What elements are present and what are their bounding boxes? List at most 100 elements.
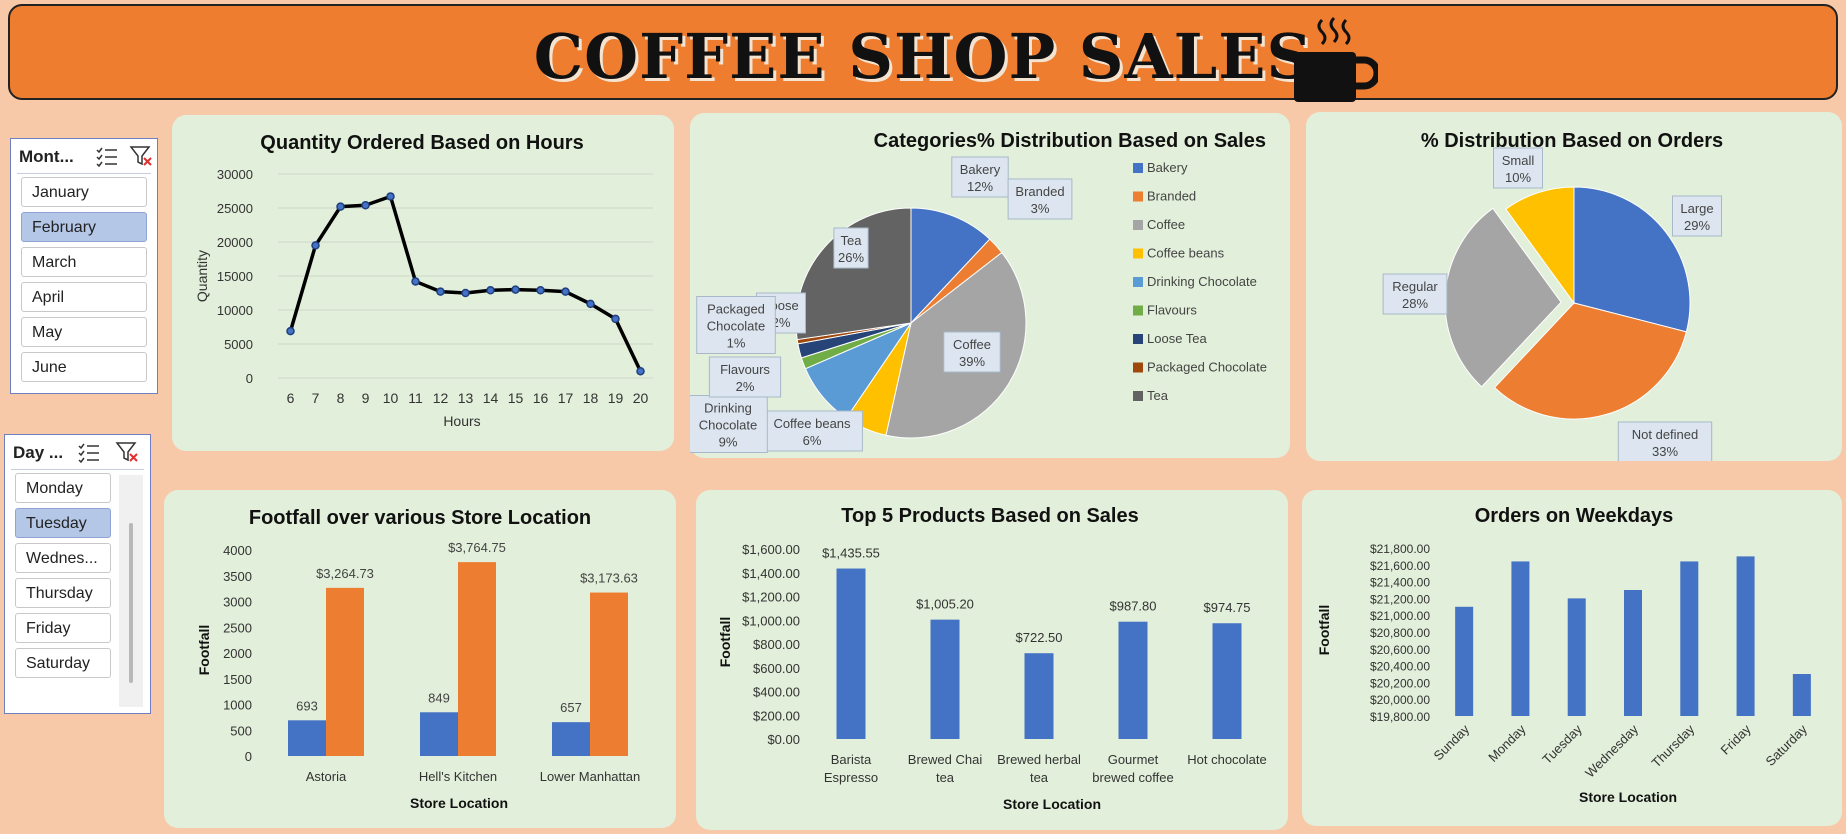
x-tick-label: Barista <box>831 752 872 767</box>
x-tick-label: Hell's Kitchen <box>419 769 497 784</box>
weekday-orders-card: Orders on Weekdays $19,800.00 $20,000.00 $2… <box>1302 490 1842 826</box>
slice-label: 6% <box>803 433 822 448</box>
y-tick-label: $1,000.00 <box>742 613 800 628</box>
data-point <box>636 366 645 376</box>
slicer-item[interactable]: Saturday <box>15 648 111 678</box>
slice-label: Large <box>1680 201 1713 216</box>
day-slicer-title: Day ... <box>13 443 64 462</box>
data-label: $974.75 <box>1204 600 1251 615</box>
slice-label: Chocolate <box>699 418 758 433</box>
multi-select-icon[interactable] <box>95 145 119 167</box>
legend-label: Coffee beans <box>1147 246 1225 261</box>
y-tick-label: $0.00 <box>767 732 800 747</box>
y-tick-label: $400.00 <box>753 685 800 700</box>
bar <box>1567 598 1586 716</box>
slicer-scroll-thumb[interactable] <box>129 523 133 683</box>
bar <box>420 712 458 756</box>
y-tick-label: $20,200.00 <box>1370 676 1430 690</box>
x-tick-label: 8 <box>337 390 345 406</box>
chart-title: Footfall over various Store Location <box>249 507 591 529</box>
legend-swatch <box>1133 248 1143 259</box>
chart-title: % Distribution Based on Orders <box>1421 130 1723 152</box>
slice-label: Branded <box>1015 184 1064 199</box>
slicer-item[interactable]: Tuesday <box>15 508 111 538</box>
data-point <box>436 287 445 296</box>
x-tick-label: Brewed Chai <box>908 752 983 767</box>
slicer-item[interactable]: Thursday <box>15 578 111 608</box>
title-banner: COFFEE SHOP SALES <box>8 4 1838 102</box>
series-line <box>288 194 643 372</box>
slicer-item[interactable]: January <box>21 177 147 207</box>
legend-label: Bakery <box>1147 160 1188 175</box>
y-tick-label: $21,600.00 <box>1370 559 1430 573</box>
legend-label: Drinking Chocolate <box>1147 274 1257 289</box>
y-tick-label: 2500 <box>223 620 252 635</box>
y-tick-label: 3500 <box>223 569 252 584</box>
chart-title: Orders on Weekdays <box>1475 505 1674 527</box>
slicer-item[interactable]: June <box>21 352 147 382</box>
slicer-item[interactable]: Friday <box>15 613 111 643</box>
x-tick-label: 7 <box>312 390 320 406</box>
legend-swatch <box>1133 334 1143 344</box>
y-tick-label: 2000 <box>223 646 252 661</box>
bar <box>1680 561 1699 716</box>
clear-filter-icon[interactable] <box>115 441 139 463</box>
x-tick-label: tea <box>1030 770 1049 785</box>
data-point <box>286 326 295 336</box>
legend-label: Coffee <box>1147 217 1185 232</box>
y-tick-label: 30000 <box>217 167 253 182</box>
slice-label: 9% <box>719 435 738 450</box>
data-label: 849 <box>428 690 450 705</box>
y-tick-label: $21,800.00 <box>1370 542 1430 556</box>
bar <box>1624 590 1642 716</box>
slicer-item[interactable]: Monday <box>15 473 111 503</box>
x-tick-label: 17 <box>558 390 574 406</box>
data-label: $3,264.73 <box>316 566 374 581</box>
y-tick-label: 25000 <box>217 201 253 216</box>
x-tick-label: 12 <box>433 390 449 406</box>
x-tick-label: Wednesday <box>1582 721 1641 780</box>
slicer-item[interactable]: March <box>21 247 147 277</box>
bar <box>1455 606 1474 716</box>
x-tick-label: 6 <box>287 390 295 406</box>
slicer-item[interactable]: February <box>21 212 147 242</box>
data-point <box>361 201 370 210</box>
x-tick-label: Gourmet <box>1108 752 1159 767</box>
data-point <box>611 314 620 324</box>
data-point <box>461 288 470 298</box>
clear-filter-icon[interactable] <box>129 145 153 167</box>
slice-label: 10% <box>1505 170 1531 185</box>
bar <box>1212 623 1242 739</box>
y-tick-label: $20,800.00 <box>1370 626 1430 640</box>
x-axis-title: Store Location <box>410 795 508 811</box>
x-tick-label: Astoria <box>306 769 347 784</box>
slicer-item[interactable]: May <box>21 317 147 347</box>
y-tick-label: 500 <box>230 723 252 738</box>
multi-select-icon[interactable] <box>77 441 101 463</box>
bar <box>552 722 590 756</box>
bar <box>326 587 364 756</box>
legend-swatch <box>1133 362 1143 373</box>
x-tick-label: Lower Manhattan <box>540 769 640 784</box>
hourly-quantity-card: Quantity Ordered Based on Hours 0 5000 1000… <box>172 115 674 451</box>
slice-label: Packaged <box>707 302 765 317</box>
bar <box>1118 621 1148 739</box>
x-tick-label: 9 <box>362 390 370 406</box>
slice-label: 3% <box>1031 201 1050 216</box>
x-tick-label: 18 <box>583 390 599 406</box>
data-label: 657 <box>560 700 582 715</box>
bar <box>1736 556 1755 716</box>
y-tick-label: 0 <box>246 371 253 386</box>
x-tick-label: 14 <box>483 390 499 406</box>
data-point <box>511 285 520 294</box>
chart-title: Top 5 Products Based on Sales <box>841 505 1138 527</box>
bar <box>1511 561 1530 716</box>
y-axis-title: Footfall <box>1316 605 1332 656</box>
slice-label: 29% <box>1684 218 1710 233</box>
slicer-scrollbar[interactable] <box>119 475 143 707</box>
data-label: $722.50 <box>1016 630 1063 645</box>
slice-label: Small <box>1502 153 1535 168</box>
slicer-item[interactable]: Wednes... <box>15 543 111 573</box>
x-axis-title: Hours <box>443 413 480 429</box>
slicer-item[interactable]: April <box>21 282 147 312</box>
